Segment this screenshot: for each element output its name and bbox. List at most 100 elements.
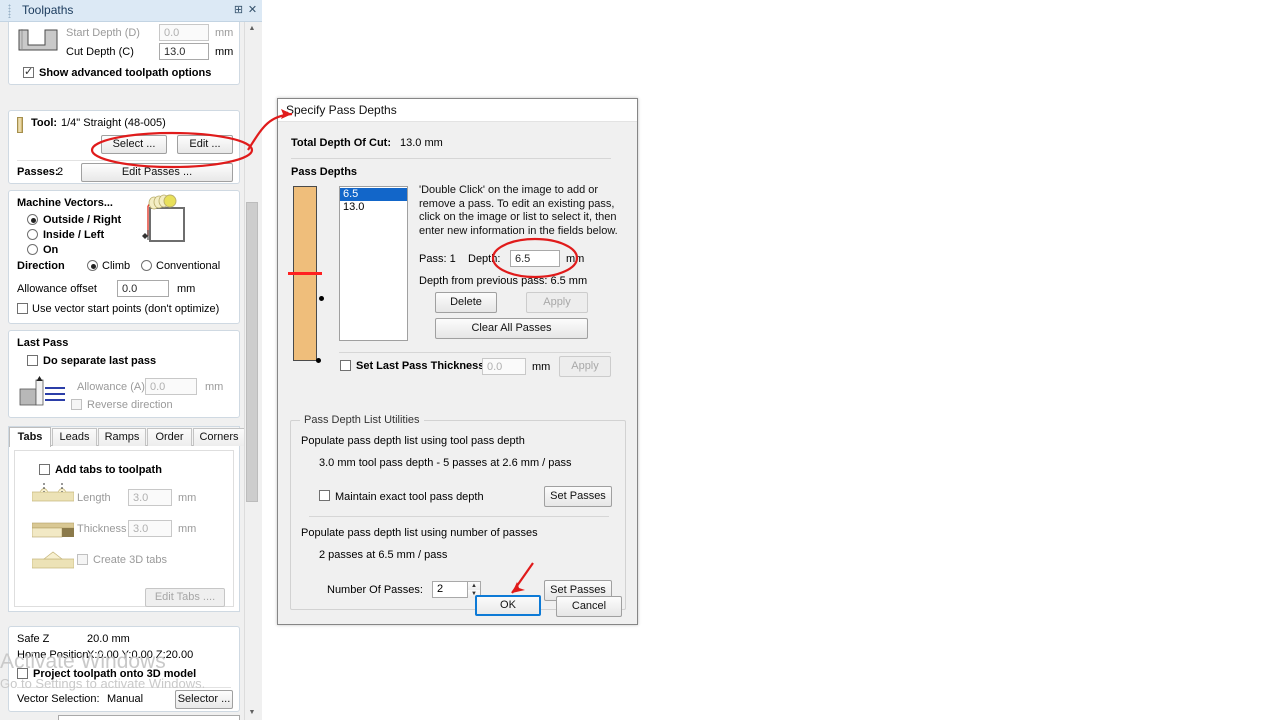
vector-selector-button[interactable]: Selector ... [175, 690, 233, 709]
last-pass-apply-button[interactable]: Apply [559, 356, 611, 377]
tab-tabs[interactable]: Tabs [9, 427, 51, 447]
start-depth-unit: mm [215, 27, 234, 39]
vector-selection-label: Vector Selection: [17, 693, 100, 705]
label-outside-right: Outside / Right [43, 214, 122, 226]
vector-selection-value: Manual [107, 693, 144, 705]
allowance-offset-unit: mm [177, 283, 196, 295]
toolpaths-titlebar: Toolpaths ⊞ ✕ [0, 0, 262, 22]
tab-thickness-label: Thickness [77, 523, 127, 535]
machine-vectors-group: Machine Vectors... Outside / Right Insid… [8, 190, 240, 324]
dialog-body: Total Depth Of Cut: 13.0 mm Pass Depths … [278, 122, 637, 624]
last-pass-group: Last Pass Do separate last pass Allowanc… [8, 330, 240, 418]
maintain-exact-label: Maintain exact tool pass depth [335, 491, 484, 503]
cut-depth-diagram-icon [18, 29, 58, 51]
radio-outside-right[interactable] [27, 214, 38, 225]
watermark-activate-windows: Activate Windows [0, 650, 166, 673]
machine-vectors-preview-icon [142, 194, 185, 242]
do-separate-last-pass-checkbox[interactable] [27, 355, 38, 366]
set-last-pass-thickness-label: Set Last Pass Thickness [356, 360, 485, 372]
number-of-passes-input[interactable]: 2 [432, 581, 468, 598]
scroll-up-arrow[interactable]: ▲ [245, 22, 259, 36]
total-depth-label: Total Depth Of Cut: [291, 137, 391, 149]
machine-vectors-title: Machine Vectors... [17, 197, 113, 209]
last-pass-allowance-input[interactable]: 0.0 [145, 378, 197, 395]
radio-on[interactable] [27, 244, 38, 255]
scroll-down-arrow[interactable]: ▼ [245, 706, 259, 720]
name-input[interactable]: Profile 5 [58, 715, 240, 720]
allowance-offset-label: Allowance offset [17, 283, 97, 295]
edit-tool-button[interactable]: Edit ... [177, 135, 233, 154]
clear-all-passes-button[interactable]: Clear All Passes [435, 318, 588, 339]
tab-length-icon [32, 483, 74, 502]
tab-length-label: Length [77, 492, 111, 504]
pass-number-label: Pass: 1 [419, 253, 456, 265]
cut-depth-input[interactable]: 13.0 [159, 43, 209, 60]
reverse-direction-checkbox[interactable] [71, 399, 82, 410]
radio-conventional[interactable] [141, 260, 152, 271]
apply-pass-button[interactable]: Apply [526, 292, 588, 313]
utilities-legend: Pass Depth List Utilities [300, 414, 424, 426]
toolpaths-body: Start Depth (D) 0.0 mm Cut Depth (C) 13.… [0, 22, 262, 720]
panel-title: Toolpaths [22, 3, 74, 17]
scroll-thumb[interactable] [246, 202, 258, 502]
pass-depth-list[interactable]: 6.5 13.0 [339, 186, 408, 341]
safe-z-label: Safe Z [17, 633, 50, 645]
allowance-offset-input[interactable]: 0.0 [117, 280, 169, 297]
tab-3d-icon [32, 551, 74, 569]
cut-depth-unit: mm [215, 46, 234, 58]
spinner-up-icon[interactable]: ▲ [468, 582, 480, 590]
depth-label: Depth: [468, 253, 501, 265]
number-pass-summary: 2 passes at 6.5 mm / pass [319, 549, 448, 561]
last-pass-thickness-unit: mm [532, 361, 551, 373]
tool-pass-summary: 3.0 mm tool pass depth - 5 passes at 2.6… [319, 457, 572, 469]
populate-tool-label: Populate pass depth list using tool pass… [301, 435, 525, 447]
last-pass-allowance-label: Allowance (A) [77, 381, 145, 393]
list-item[interactable]: 6.5 [340, 188, 407, 201]
label-conventional: Conventional [156, 260, 221, 272]
start-depth-input[interactable]: 0.0 [159, 24, 209, 41]
edit-tabs-button[interactable]: Edit Tabs .... [145, 588, 225, 607]
show-advanced-checkbox[interactable] [23, 65, 34, 78]
label-climb: Climb [102, 260, 131, 272]
maintain-exact-tool-pass-depth-checkbox[interactable] [319, 490, 330, 501]
specify-pass-depths-dialog: Specify Pass Depths Total Depth Of Cut: … [277, 98, 638, 625]
number-of-passes-label: Number Of Passes: [327, 584, 423, 596]
select-tool-button[interactable]: Select ... [101, 135, 167, 154]
depth-input[interactable]: 6.5 [510, 250, 560, 267]
last-pass-thickness-input[interactable]: 0.0 [482, 358, 526, 375]
create-3d-tabs-label: Create 3D tabs [93, 554, 167, 566]
last-pass-allowance-unit: mm [205, 381, 224, 393]
tab-thickness-unit: mm [178, 523, 197, 535]
tab-leads[interactable]: Leads [52, 428, 97, 446]
add-tabs-label: Add tabs to toolpath [55, 464, 162, 476]
populate-number-label: Populate pass depth list using number of… [301, 527, 538, 539]
tab-length-input[interactable]: 3.0 [128, 489, 172, 506]
set-last-pass-thickness-checkbox[interactable] [340, 360, 351, 371]
tab-thickness-icon [32, 522, 74, 538]
tabstrip: Tabs Leads Ramps Order Corners [9, 427, 245, 447]
tab-ramps[interactable]: Ramps [98, 428, 146, 446]
add-tabs-checkbox[interactable] [39, 464, 50, 475]
last-pass-title: Last Pass [17, 337, 69, 349]
cancel-button[interactable]: Cancel [556, 596, 622, 617]
panel-scrollbar[interactable]: ▲ ▼ [244, 22, 259, 720]
close-icon[interactable]: ✕ [247, 4, 258, 17]
material-bottom-handle[interactable] [316, 358, 321, 363]
pin-icon[interactable]: ⊞ [233, 4, 244, 17]
pass-depth-marker-handle[interactable] [319, 296, 324, 301]
create-3d-tabs-checkbox[interactable] [77, 554, 88, 565]
edit-passes-button[interactable]: Edit Passes ... [81, 163, 233, 182]
tab-order[interactable]: Order [147, 428, 192, 446]
use-vector-start-checkbox[interactable] [17, 303, 28, 314]
tab-corners[interactable]: Corners [193, 428, 245, 446]
pass-depths-label: Pass Depths [291, 166, 358, 178]
radio-climb[interactable] [87, 260, 98, 271]
tab-thickness-input[interactable]: 3.0 [128, 520, 172, 537]
drag-gripper-icon[interactable] [8, 4, 11, 18]
list-item[interactable]: 13.0 [340, 201, 407, 214]
radio-inside-left[interactable] [27, 229, 38, 240]
set-passes-button-tool[interactable]: Set Passes [544, 486, 612, 507]
pass-depth-help-text: 'Double Click' on the image to add or re… [419, 184, 618, 237]
ok-button[interactable]: OK [475, 595, 541, 616]
delete-pass-button[interactable]: Delete [435, 292, 497, 313]
